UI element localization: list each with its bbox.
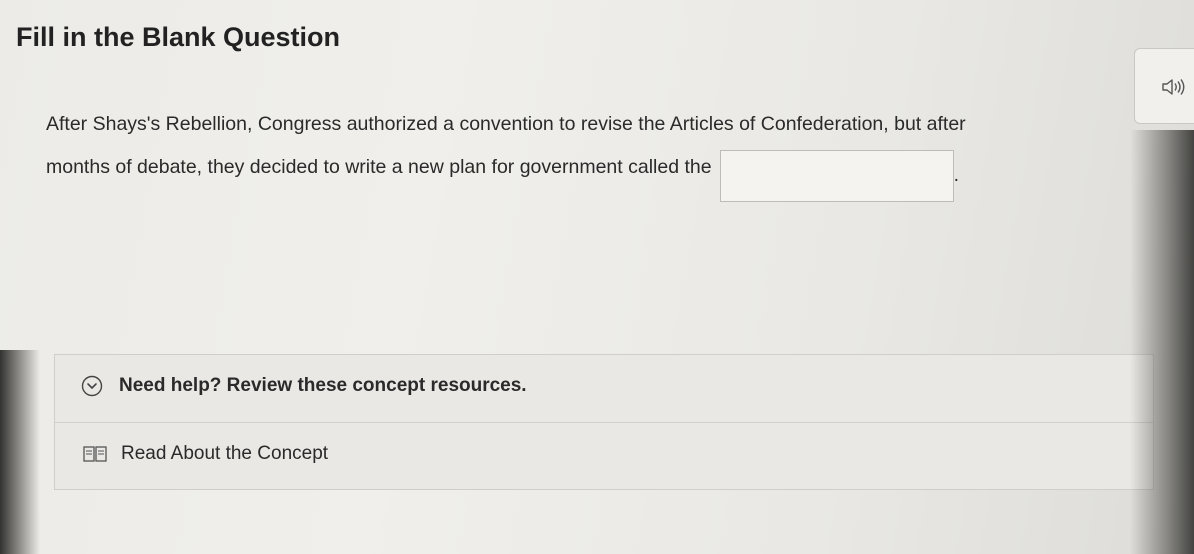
page-title: Fill in the Blank Question bbox=[16, 22, 341, 52]
concept-resources-panel: Need help? Review these concept resource… bbox=[54, 354, 1154, 490]
speaker-icon bbox=[1162, 79, 1185, 95]
book-icon bbox=[83, 446, 107, 462]
photo-shadow-left bbox=[0, 350, 40, 554]
question-line-1: After Shays's Rebellion, Congress author… bbox=[46, 113, 966, 135]
read-about-concept-link[interactable]: Read About the Concept bbox=[83, 443, 328, 465]
concept-resources-toggle[interactable]: Need help? Review these concept resource… bbox=[55, 355, 1153, 423]
chevron-down-circle-icon bbox=[81, 375, 103, 397]
assignment-page: Fill in the Blank Question After Shays's… bbox=[0, 0, 1194, 554]
read-about-concept-label: Read About the Concept bbox=[121, 443, 329, 464]
question-text: After Shays's Rebellion, Congress author… bbox=[46, 106, 1186, 202]
question-period: . bbox=[953, 164, 959, 187]
question-line-2: months of debate, they decided to write … bbox=[46, 142, 1186, 202]
question-line-2-text: months of debate, they decided to write … bbox=[46, 156, 712, 179]
concept-resources-title: Need help? Review these concept resource… bbox=[119, 375, 527, 396]
fill-in-blank-input[interactable] bbox=[719, 150, 954, 202]
